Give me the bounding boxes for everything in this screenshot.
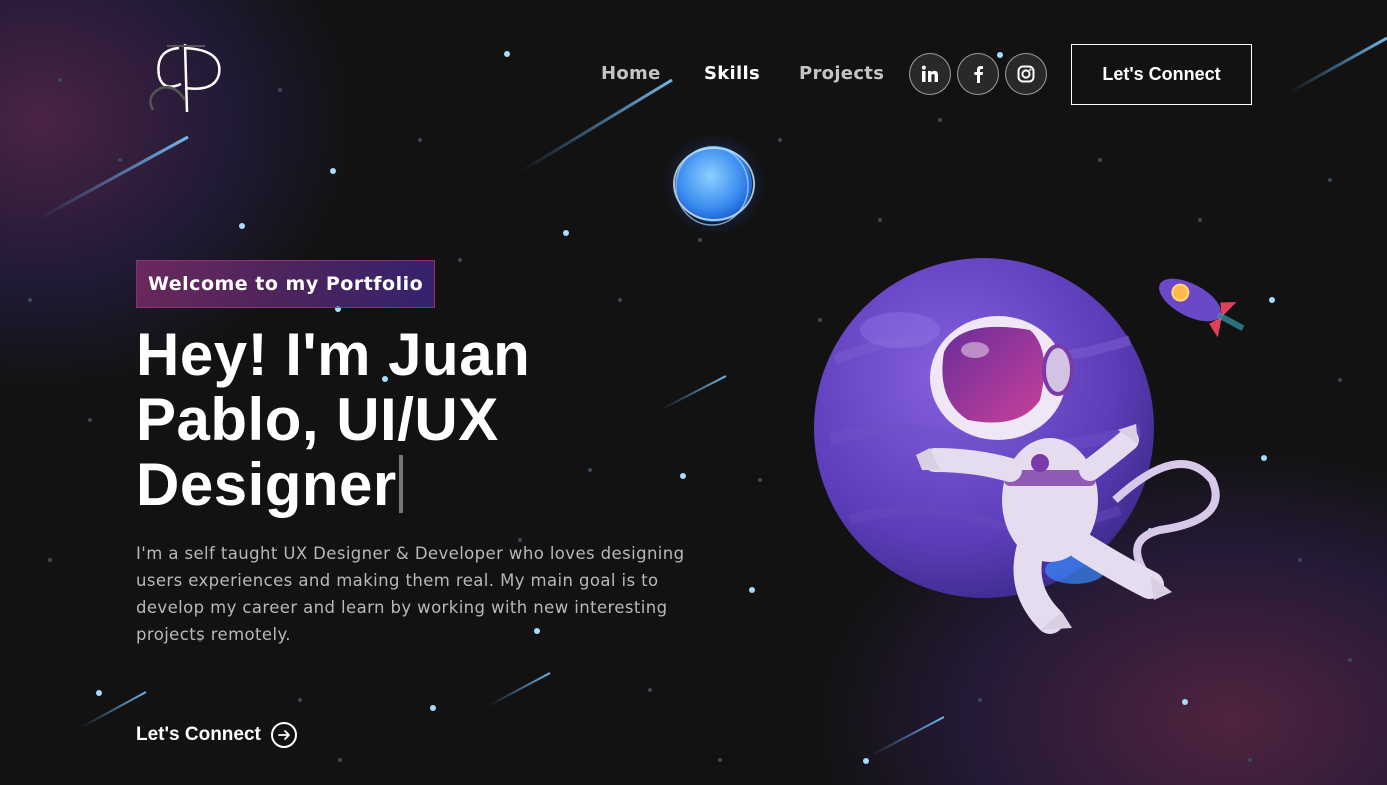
typing-cursor: [398, 455, 403, 513]
cta-label: Let's Connect: [136, 724, 261, 745]
nav-link-projects[interactable]: Projects: [799, 63, 884, 84]
facebook-button[interactable]: [957, 53, 999, 95]
hero-headline: Hey! I'm Juan Pablo, UI/UX Designer: [136, 322, 606, 517]
lets-connect-button[interactable]: Let's Connect: [1071, 44, 1252, 105]
facebook-icon: [974, 66, 983, 83]
nav-link-home[interactable]: Home: [601, 63, 661, 84]
arrow-right-circle-icon: [270, 722, 297, 748]
welcome-tagline: Welcome to my Portfolio: [136, 260, 436, 308]
navbar: Home Skills Projects Let's Connect: [0, 44, 1387, 106]
nav-link-skills[interactable]: Skills: [704, 63, 760, 84]
lets-connect-cta[interactable]: Let's Connect: [136, 722, 297, 748]
linkedin-icon: [921, 65, 938, 82]
linkedin-button[interactable]: [909, 53, 951, 95]
hero-headline-text: Hey! I'm Juan Pablo, UI/UX Designer: [136, 321, 531, 518]
instagram-button[interactable]: [1005, 53, 1047, 95]
hero-description: I'm a self taught UX Designer & Develope…: [136, 544, 685, 644]
instagram-icon: [1017, 65, 1035, 83]
